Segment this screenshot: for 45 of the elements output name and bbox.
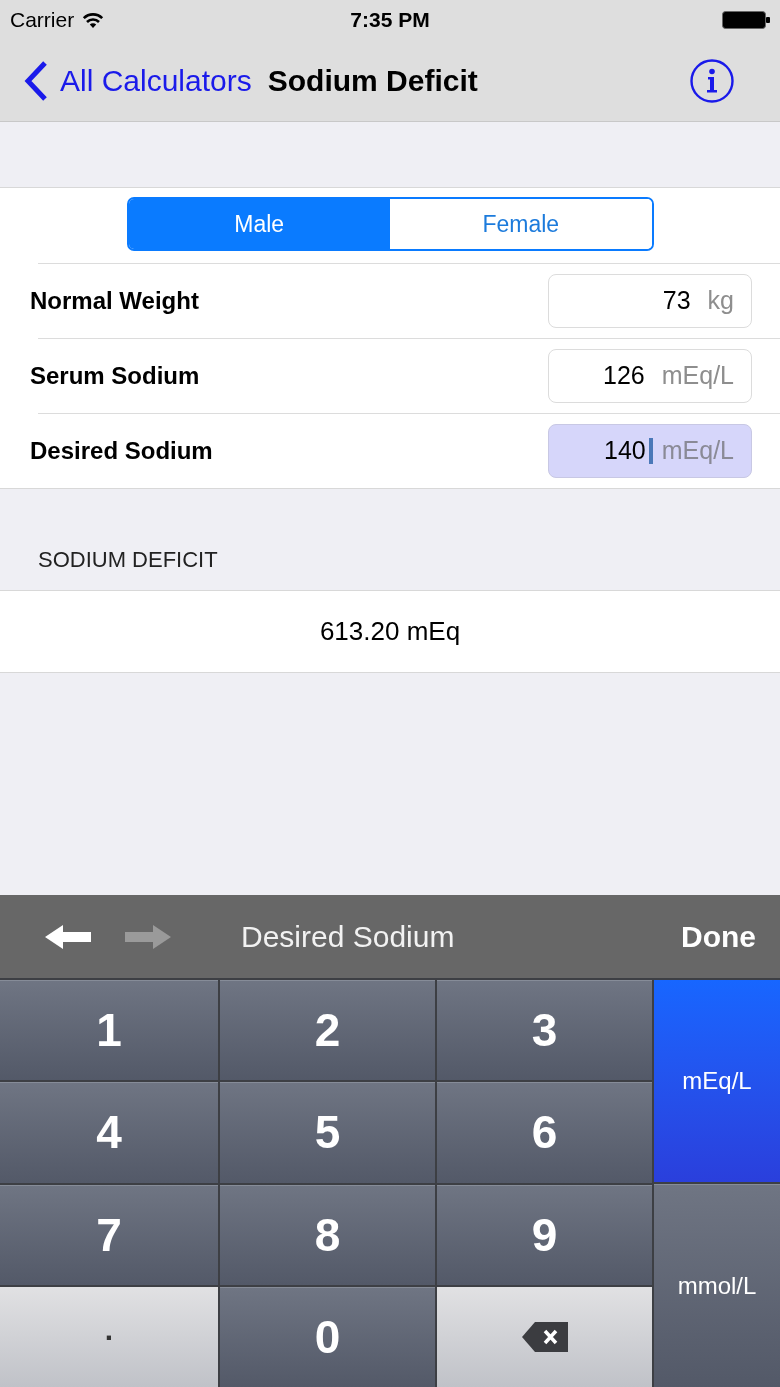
key-button[interactable]: 8	[220, 1184, 435, 1285]
result-value: 613.20 mEq	[319, 615, 461, 648]
battery-icon	[722, 11, 770, 29]
wifi-icon	[82, 12, 105, 28]
key-button[interactable]: 0	[220, 1286, 435, 1387]
key-button[interactable]: 2	[220, 980, 435, 1081]
info-button[interactable]	[690, 58, 734, 103]
previous-button[interactable]	[45, 924, 91, 949]
field-value: 73	[662, 285, 691, 317]
key-button[interactable]: 5	[220, 1082, 435, 1183]
section-header: SODIUM DEFICIT	[38, 546, 218, 574]
input-field[interactable]: 73 kg	[548, 274, 752, 328]
input-field[interactable]: 140 mEq/L	[548, 424, 752, 478]
key-button[interactable]: 4	[0, 1082, 218, 1183]
unit-label: mEq/L	[661, 360, 734, 392]
arrow-left-icon	[45, 924, 91, 949]
backspace-button[interactable]	[437, 1286, 652, 1387]
key-button[interactable]: 9	[437, 1184, 652, 1285]
key-button[interactable]: 6	[437, 1082, 652, 1183]
arrow-right-icon	[125, 924, 171, 949]
field-label: Desired Sodium	[30, 436, 213, 466]
segment-button[interactable]: Male	[128, 199, 390, 249]
info-icon	[690, 58, 734, 103]
unit-key-button[interactable]: mmol/L	[654, 1184, 780, 1387]
back-button[interactable]: All Calculators	[24, 58, 252, 103]
field-label: Serum Sodium	[30, 361, 200, 391]
key-button[interactable]: 3	[437, 980, 652, 1081]
field-label: Normal Weight	[30, 286, 199, 316]
unit-label: mEq/L	[661, 435, 734, 467]
field-value: 126	[603, 360, 645, 392]
done-button[interactable]: Done	[681, 914, 756, 959]
input-field[interactable]: 126 mEq/L	[548, 349, 752, 403]
backspace-icon	[521, 1321, 568, 1352]
key-button[interactable]: .	[0, 1286, 218, 1387]
toolbar-title: Desired Sodium	[241, 919, 455, 955]
text-cursor-icon	[648, 438, 653, 464]
key-button[interactable]: 1	[0, 980, 218, 1081]
field-value: 140	[604, 435, 646, 467]
chevron-left-icon	[24, 60, 48, 101]
unit-key-button[interactable]: mEq/L	[654, 980, 780, 1182]
unit-label: kg	[707, 285, 734, 317]
screen-title: Sodium Deficit	[267, 63, 478, 99]
status-time: 7:35 PM	[350, 7, 430, 34]
carrier-label: Carrier	[10, 7, 75, 34]
key-button[interactable]: 7	[0, 1184, 218, 1285]
